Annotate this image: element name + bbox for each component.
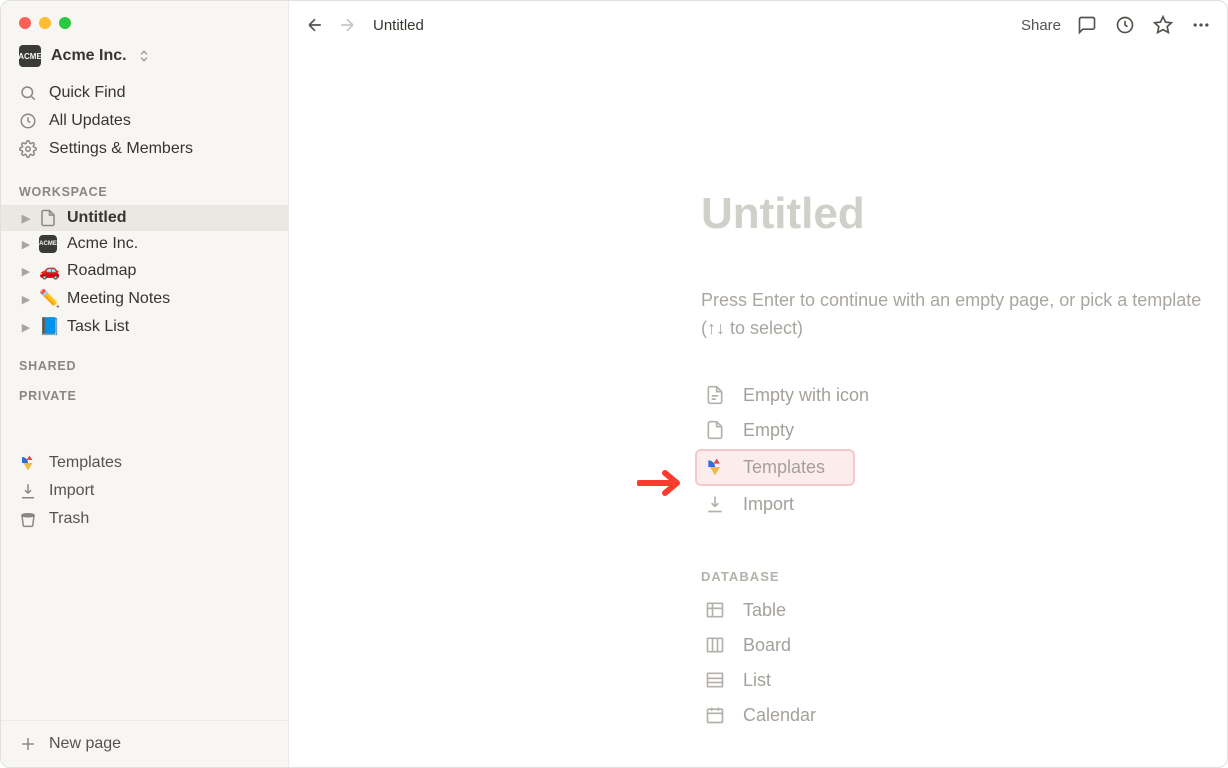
new-page-options: Empty with icon Empty Templates xyxy=(701,379,1227,521)
option-list[interactable]: List xyxy=(701,664,1227,697)
sidebar-trash[interactable]: Trash xyxy=(1,505,288,533)
templates-icon xyxy=(19,454,37,472)
caret-right-icon[interactable]: ▶ xyxy=(19,265,33,278)
sidebar-item-label: Quick Find xyxy=(49,84,125,102)
board-icon xyxy=(703,635,727,655)
database-section-header: DATABASE xyxy=(701,569,1227,584)
sidebar-page-acme[interactable]: ▶ ACME Acme Inc. xyxy=(1,231,288,257)
page-emoji-icon: ✏️ xyxy=(39,289,61,309)
trash-icon xyxy=(19,510,37,528)
comments-icon[interactable] xyxy=(1075,13,1099,37)
sidebar-page-untitled[interactable]: ▶ Untitled xyxy=(1,205,288,231)
sidebar-page-roadmap[interactable]: ▶ 🚗 Roadmap xyxy=(1,257,288,285)
caret-right-icon[interactable]: ▶ xyxy=(19,212,33,225)
caret-right-icon[interactable]: ▶ xyxy=(19,238,33,251)
page-label: Roadmap xyxy=(67,262,136,280)
sidebar-import[interactable]: Import xyxy=(1,477,288,505)
option-label: Table xyxy=(743,600,786,621)
topbar: Untitled Share xyxy=(289,1,1227,49)
workspace-badge-icon: ACME xyxy=(19,45,41,67)
sidebar-item-label: Trash xyxy=(49,510,89,528)
page-title[interactable]: Untitled xyxy=(701,189,1227,239)
page-emoji-icon: 📘 xyxy=(39,317,61,337)
caret-right-icon[interactable]: ▶ xyxy=(19,321,33,334)
option-label: Empty with icon xyxy=(743,385,869,406)
page-label: Task List xyxy=(67,318,129,336)
share-button[interactable]: Share xyxy=(1021,17,1061,34)
option-label: Import xyxy=(743,494,794,515)
page-label: Acme Inc. xyxy=(67,235,138,253)
search-icon xyxy=(19,84,37,102)
minimize-window-button[interactable] xyxy=(39,17,51,29)
page-icon xyxy=(39,209,61,227)
calendar-icon xyxy=(703,705,727,725)
download-icon xyxy=(703,494,727,514)
app-window: ACME Acme Inc. Quick Find All Updates xyxy=(0,0,1228,768)
sidebar-page-meeting-notes[interactable]: ▶ ✏️ Meeting Notes xyxy=(1,285,288,313)
window-controls xyxy=(1,7,288,39)
option-label: Calendar xyxy=(743,705,816,726)
new-page-label: New page xyxy=(49,735,121,753)
caret-right-icon[interactable]: ▶ xyxy=(19,293,33,306)
breadcrumb[interactable]: Untitled xyxy=(373,17,424,34)
page-emoji-icon: 🚗 xyxy=(39,261,61,281)
main-area: Untitled Share Untitled Pre xyxy=(289,1,1227,767)
option-label: Empty xyxy=(743,420,794,441)
table-icon xyxy=(703,600,727,620)
page-prompt: Press Enter to continue with an empty pa… xyxy=(701,287,1227,343)
workspace-switcher[interactable]: ACME Acme Inc. xyxy=(1,39,288,73)
option-empty[interactable]: Empty xyxy=(701,414,1227,447)
plus-icon xyxy=(19,735,37,753)
more-icon[interactable] xyxy=(1189,13,1213,37)
option-empty-with-icon[interactable]: Empty with icon xyxy=(701,379,1227,412)
close-window-button[interactable] xyxy=(19,17,31,29)
nav-forward-button[interactable] xyxy=(335,13,359,37)
page-label: Meeting Notes xyxy=(67,290,170,308)
sidebar-settings[interactable]: Settings & Members xyxy=(1,135,288,163)
option-board[interactable]: Board xyxy=(701,629,1227,662)
option-label: List xyxy=(743,670,771,691)
new-page-button[interactable]: New page xyxy=(1,721,288,767)
page-label: Untitled xyxy=(67,209,127,227)
sidebar-item-label: Templates xyxy=(49,454,122,472)
updates-icon[interactable] xyxy=(1113,13,1137,37)
sidebar-pages: ▶ Untitled ▶ ACME Acme Inc. ▶ 🚗 Roadmap … xyxy=(1,205,288,341)
option-import[interactable]: Import xyxy=(701,488,1227,521)
option-calendar[interactable]: Calendar xyxy=(701,699,1227,732)
option-label: Board xyxy=(743,635,791,656)
clock-icon xyxy=(19,112,37,130)
page-content: Untitled Press Enter to continue with an… xyxy=(289,49,1227,732)
sidebar-section-workspace: WORKSPACE xyxy=(1,167,288,205)
sidebar-item-label: All Updates xyxy=(49,112,131,130)
nav-back-button[interactable] xyxy=(303,13,327,37)
page-with-icon-icon xyxy=(703,385,727,405)
sidebar-section-shared[interactable]: SHARED xyxy=(1,341,288,379)
maximize-window-button[interactable] xyxy=(59,17,71,29)
option-label: Templates xyxy=(743,457,825,478)
gear-icon xyxy=(19,140,37,158)
sidebar: ACME Acme Inc. Quick Find All Updates xyxy=(1,1,289,767)
chevron-up-down-icon xyxy=(137,49,151,63)
database-options: Table Board List xyxy=(701,594,1227,732)
sidebar-item-label: Import xyxy=(49,482,94,500)
page-icon xyxy=(703,420,727,440)
favorite-icon[interactable] xyxy=(1151,13,1175,37)
sidebar-quick-find[interactable]: Quick Find xyxy=(1,79,288,107)
sidebar-section-private[interactable]: PRIVATE xyxy=(1,379,288,409)
sidebar-all-updates[interactable]: All Updates xyxy=(1,107,288,135)
list-icon xyxy=(703,670,727,690)
workspace-name: Acme Inc. xyxy=(51,47,127,65)
sidebar-page-task-list[interactable]: ▶ 📘 Task List xyxy=(1,313,288,341)
templates-icon xyxy=(703,457,727,477)
option-table[interactable]: Table xyxy=(701,594,1227,627)
sidebar-item-label: Settings & Members xyxy=(49,140,193,158)
download-icon xyxy=(19,482,37,500)
sidebar-templates[interactable]: Templates xyxy=(1,449,288,477)
option-templates[interactable]: Templates xyxy=(695,449,855,486)
workspace-badge-icon: ACME xyxy=(39,235,61,253)
